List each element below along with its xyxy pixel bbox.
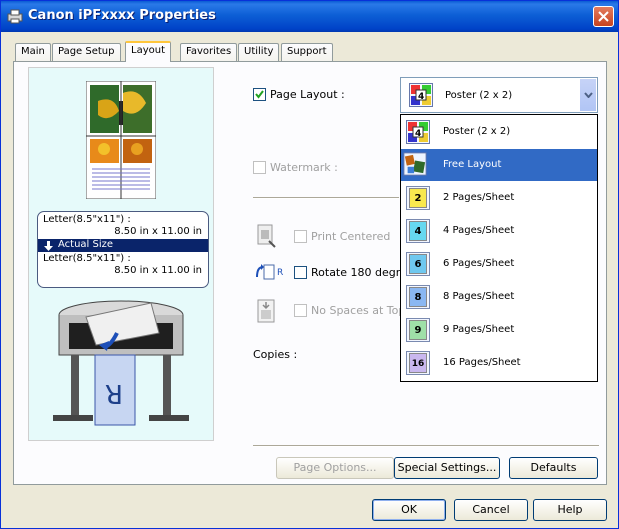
pages-count: 8: [409, 287, 427, 307]
print-centered-icon: [257, 224, 276, 248]
pages-6-icon: 6: [406, 252, 430, 276]
properties-window: Canon iPFxxxx Properties Main Page Setup…: [0, 0, 619, 529]
poster-icon: 4: [409, 83, 433, 107]
svg-text:R: R: [277, 268, 283, 278]
pages-8-icon: 8: [406, 285, 430, 309]
page-layout-selected-value: Poster (2 x 2): [445, 90, 513, 101]
tab-favorites[interactable]: Favorites: [180, 43, 238, 61]
option-6-pages-sheet[interactable]: 6 6 Pages/Sheet: [401, 248, 597, 280]
pages-16-icon: 16: [406, 351, 430, 375]
pages-count: 6: [409, 254, 427, 274]
svg-text:4: 4: [418, 92, 424, 102]
tab-page-setup[interactable]: Page Setup: [52, 43, 121, 61]
pages-count: 16: [409, 353, 427, 373]
option-label: 9 Pages/Sheet: [443, 324, 515, 335]
pages-4-icon: 4: [406, 219, 430, 243]
title-bar[interactable]: Canon iPFxxxx Properties: [1, 1, 618, 32]
separator: [253, 197, 399, 199]
watermark-checkbox[interactable]: [253, 161, 266, 174]
no-spaces-checkbox[interactable]: [294, 304, 307, 317]
option-8-pages-sheet[interactable]: 8 8 Pages/Sheet: [401, 281, 597, 313]
printer-icon: [7, 9, 23, 24]
pages-2-icon: 2: [406, 186, 430, 210]
paper-size-summary: Letter(8.5"x11") : 8.50 in x 11.00 in Ac…: [37, 211, 209, 288]
print-centered-label: Print Centered: [311, 230, 391, 243]
arrow-down-icon: [44, 241, 53, 251]
page-layout-label: Page Layout :: [270, 88, 345, 101]
option-2-pages-sheet[interactable]: 2 2 Pages/Sheet: [401, 182, 597, 214]
watermark-label: Watermark :: [270, 161, 338, 174]
page-options-button[interactable]: Page Options...: [276, 457, 394, 479]
poster-preview-image: [86, 81, 156, 199]
option-poster-2x2[interactable]: 4 Poster (2 x 2): [401, 116, 597, 148]
output-paper-size: Letter(8.5"x11") :: [43, 253, 131, 264]
page-layout-checkbox[interactable]: [253, 88, 266, 101]
close-button[interactable]: [593, 6, 614, 27]
free-layout-icon: [403, 152, 427, 176]
option-label: 2 Pages/Sheet: [443, 192, 515, 203]
option-label: 8 Pages/Sheet: [443, 291, 515, 302]
tab-support[interactable]: Support: [281, 43, 333, 61]
option-label: 16 Pages/Sheet: [443, 357, 521, 368]
tab-layout[interactable]: Layout: [125, 41, 171, 62]
option-16-pages-sheet[interactable]: 16 16 Pages/Sheet: [401, 347, 597, 379]
scale-mode-label: Actual Size: [58, 239, 114, 250]
printer-illustration: R: [53, 300, 189, 426]
page-layout-dropdown-list: 4 Poster (2 x 2) Free Layout 2 2 Pages/S…: [400, 114, 598, 382]
print-centered-checkbox[interactable]: [294, 230, 307, 243]
no-spaces-label: No Spaces at Top: [311, 304, 406, 317]
pages-9-icon: 9: [406, 318, 430, 342]
pages-count: 9: [409, 320, 427, 340]
svg-text:4: 4: [415, 129, 421, 139]
defaults-button[interactable]: Defaults: [509, 457, 598, 479]
help-button[interactable]: Help: [533, 499, 607, 521]
window-title: Canon iPFxxxx Properties: [28, 8, 216, 23]
tab-main[interactable]: Main: [15, 43, 51, 61]
rotate-180-checkbox[interactable]: [294, 266, 307, 279]
scale-mode-bar: Actual Size: [38, 239, 208, 252]
option-label: Free Layout: [443, 159, 502, 170]
rotate-icon: R: [256, 264, 283, 280]
close-icon: [598, 11, 609, 22]
ok-button[interactable]: OK: [372, 499, 446, 521]
pages-count: 4: [409, 221, 427, 241]
option-label: Poster (2 x 2): [443, 126, 511, 137]
poster-icon: 4: [406, 120, 430, 144]
separator: [253, 445, 599, 447]
dropdown-arrow-button[interactable]: [579, 79, 596, 111]
page-layout-select[interactable]: 4 Poster (2 x 2): [400, 77, 598, 113]
rotate-180-label: Rotate 180 degree: [311, 266, 414, 279]
option-4-pages-sheet[interactable]: 4 4 Pages/Sheet: [401, 215, 597, 247]
option-label: 4 Pages/Sheet: [443, 225, 515, 236]
copies-label: Copies :: [253, 348, 298, 361]
option-9-pages-sheet[interactable]: 9 9 Pages/Sheet: [401, 314, 597, 346]
option-free-layout[interactable]: Free Layout: [401, 149, 597, 181]
input-paper-dims: 8.50 in x 11.00 in: [114, 226, 202, 237]
no-spaces-icon: [257, 299, 275, 323]
checkmark-icon: [255, 90, 264, 99]
input-paper-size: Letter(8.5"x11") :: [43, 214, 131, 225]
pages-count: 2: [409, 188, 427, 208]
option-label: 6 Pages/Sheet: [443, 258, 515, 269]
output-paper-dims: 8.50 in x 11.00 in: [114, 265, 202, 276]
cancel-button[interactable]: Cancel: [454, 499, 528, 521]
svg-text:R: R: [105, 378, 123, 408]
special-settings-button[interactable]: Special Settings...: [394, 457, 500, 479]
chevron-down-icon: [584, 92, 593, 98]
tab-utility[interactable]: Utility: [238, 43, 280, 61]
